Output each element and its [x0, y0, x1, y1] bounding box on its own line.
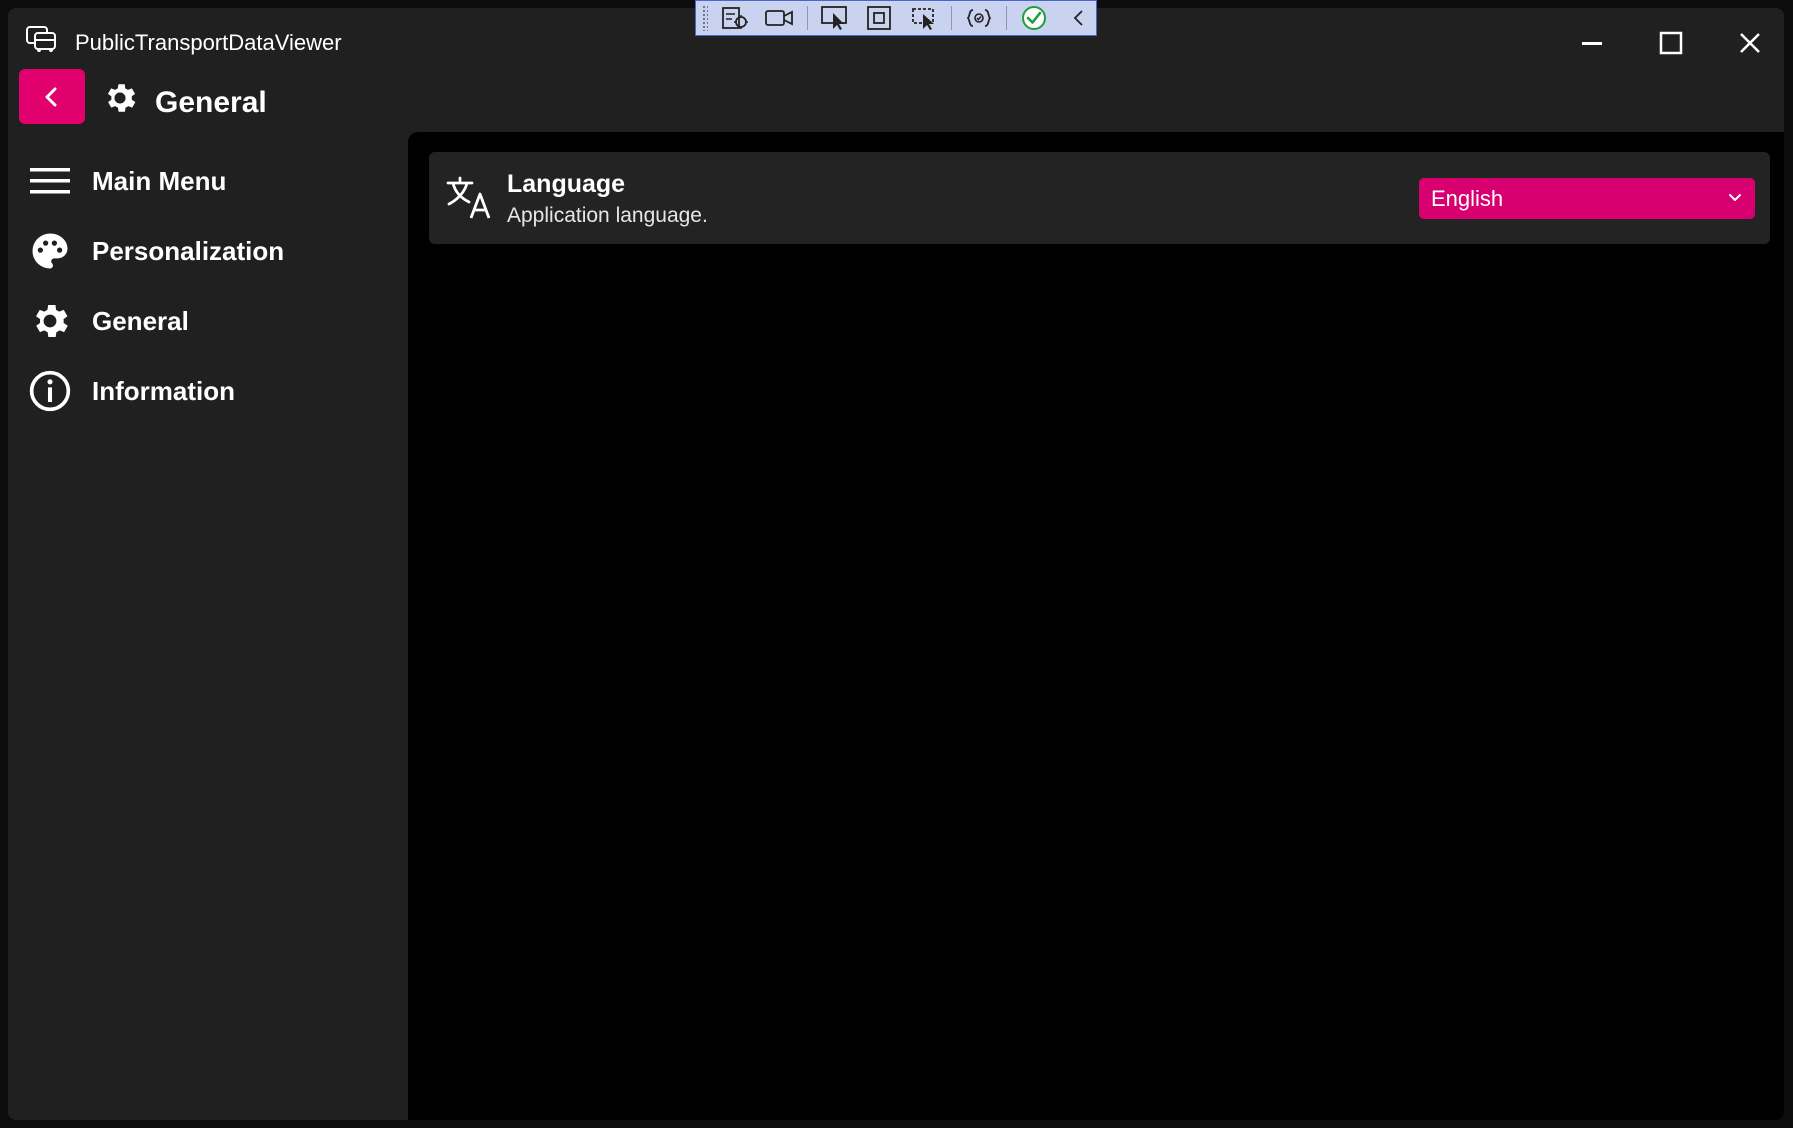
- maximize-button[interactable]: [1643, 20, 1699, 66]
- chevron-left-icon: [45, 87, 57, 106]
- language-select-value: English: [1431, 185, 1504, 211]
- display-layout-adorners-icon[interactable]: [862, 4, 896, 32]
- language-setting-card: Language Application language. English: [429, 152, 1770, 244]
- sidebar-item-label: Main Menu: [92, 165, 227, 196]
- app-window: PublicTransportDataViewer General Main M…: [8, 8, 1784, 1120]
- gear-icon: [28, 299, 72, 343]
- record-icon[interactable]: [762, 4, 796, 32]
- gear-icon: [107, 84, 136, 112]
- setting-description: Application language.: [507, 204, 708, 227]
- minimize-icon: [1582, 42, 1602, 45]
- hamburger-menu-icon: [28, 159, 72, 203]
- close-button[interactable]: [1722, 20, 1778, 66]
- sidebar-item-information[interactable]: Information: [28, 363, 398, 419]
- live-visual-tree-icon[interactable]: [718, 4, 752, 32]
- select-element-icon[interactable]: [818, 4, 852, 32]
- hot-reload-ok-icon[interactable]: [1017, 4, 1051, 32]
- drag-grip-icon[interactable]: [702, 5, 708, 31]
- info-icon: [28, 369, 72, 413]
- bus-app-icon: [26, 26, 56, 52]
- close-icon: [1740, 33, 1760, 53]
- page-title: General: [155, 86, 267, 119]
- minimize-button[interactable]: [1564, 20, 1620, 66]
- sidebar-item-main-menu[interactable]: Main Menu: [28, 153, 398, 209]
- sidebar-item-label: Information: [92, 375, 235, 406]
- sidebar-item-general[interactable]: General: [28, 293, 398, 349]
- maximize-icon: [1659, 31, 1683, 55]
- sidebar-item-label: General: [92, 305, 189, 336]
- chevron-down-icon: [1729, 194, 1741, 201]
- sidebar-item-personalization[interactable]: Personalization: [28, 223, 398, 279]
- track-focus-icon[interactable]: [906, 4, 940, 32]
- palette-icon: [28, 229, 72, 273]
- translate-icon: [446, 176, 491, 219]
- window-title: PublicTransportDataViewer: [75, 30, 342, 55]
- language-select[interactable]: English: [1419, 178, 1755, 219]
- content-pane: Language Application language. English: [408, 132, 1784, 1120]
- collapse-icon[interactable]: [1062, 4, 1096, 32]
- debug-toolbar: [695, 0, 1097, 36]
- sidebar-item-label: Personalization: [92, 235, 285, 266]
- setting-title: Language: [507, 170, 626, 198]
- back-button[interactable]: [19, 69, 85, 124]
- binding-failures-icon[interactable]: [962, 4, 996, 32]
